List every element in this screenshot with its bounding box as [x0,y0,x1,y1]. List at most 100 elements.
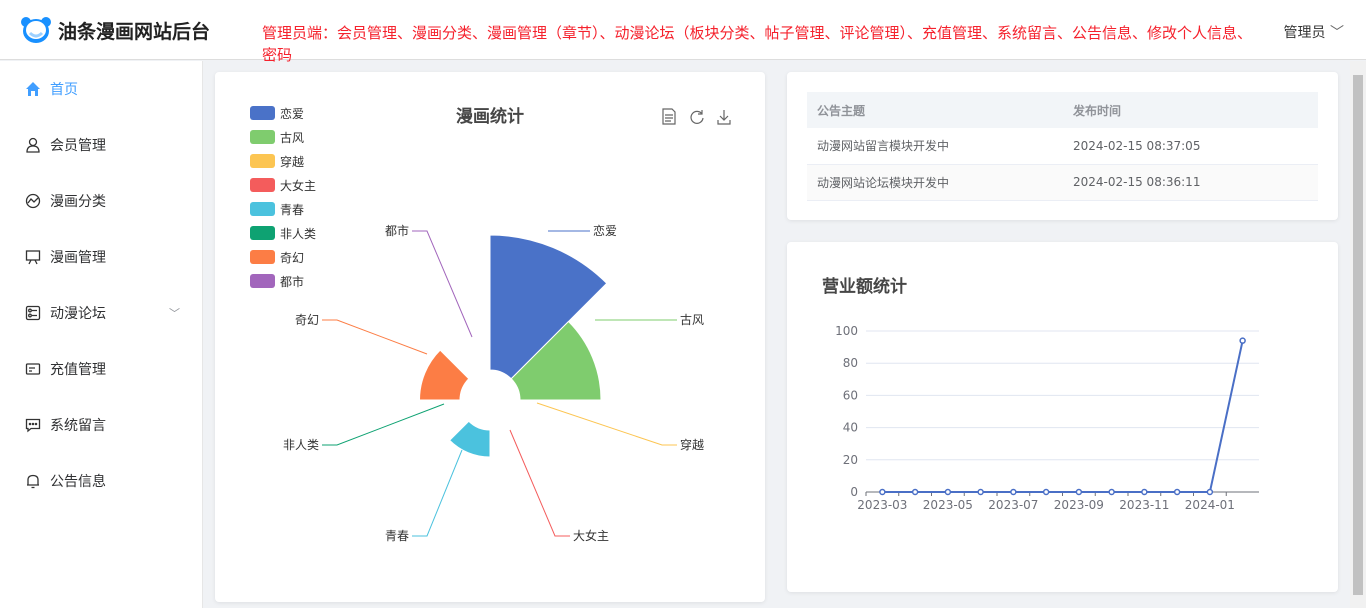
rose-sector-青春 [449,420,491,458]
legend-label[interactable]: 青春 [280,203,304,217]
legend-label[interactable]: 穿越 [280,154,304,169]
table-row[interactable]: 动漫网站论坛模块开发中 2024-02-15 08:36:11 [807,164,1318,201]
sidebar-item-label: 系统留言 [50,418,106,434]
slice-label: 非人类 [283,438,319,452]
comic-stats-card: 漫画统计 恋爱 古风 穿越 大女主 青春 非人类 奇幻 都市 恋爱 古风 穿越 大女主 青春 非人类 奇幻 都市 [215,72,765,602]
label-line [322,403,445,446]
user-name: 管理员 [1283,25,1326,41]
x-tick-label: 2023-03 [857,498,907,512]
rose-sector-奇幻 [419,349,470,401]
x-tick-label: 2023-11 [1119,498,1169,512]
slice-label: 穿越 [680,437,704,452]
legend-label[interactable]: 大女主 [280,178,316,193]
announcement-subject: 动漫网站论坛模块开发中 [807,164,1063,201]
bear-logo-icon [21,17,51,43]
card-icon [24,360,42,378]
column-header-subject: 公告主题 [807,92,1063,128]
scrollbar-thumb[interactable] [1353,75,1363,595]
data-point [1173,488,1181,496]
x-tick-label: 2023-07 [988,498,1038,512]
data-point [879,488,886,496]
slice-label: 奇幻 [295,313,319,327]
data-point [1206,488,1214,496]
legend-swatch [250,202,275,216]
data-view-icon[interactable] [662,108,676,125]
sidebar-item-3[interactable]: 漫画管理 [0,229,202,285]
y-tick-label: 0 [850,485,858,499]
forum-icon [24,304,42,322]
bell-icon [24,472,42,490]
app-title: 油条漫画网站后台 [58,20,211,43]
user-menu[interactable]: 管理员 ﹀ [1284,22,1344,42]
legend-swatch [250,178,275,192]
y-tick-label: 60 [843,388,858,402]
announcement-time: 2024-02-15 08:37:05 [1063,128,1318,165]
role-notice: 管理员端：会员管理、漫画分类、漫画管理（章节）、动漫论坛（板块分类、帖子管理、评… [262,24,1253,64]
y-tick-label: 100 [835,324,858,338]
chevron-down-icon: ﹀ [1330,25,1344,41]
legend-label[interactable]: 非人类 [280,227,316,241]
slice-label: 青春 [385,529,409,543]
announcement-time: 2024-02-15 08:36:11 [1063,164,1318,201]
data-point [977,488,984,496]
label-line [509,429,570,537]
data-point [944,488,952,496]
sidebar-item-label: 漫画分类 [50,194,106,210]
slice-label: 古风 [680,312,704,327]
legend-label[interactable]: 奇幻 [280,251,304,265]
sidebar-item-6[interactable]: 系统留言 [0,397,202,453]
refresh-icon[interactable] [690,110,704,124]
sidebar-item-label: 充值管理 [50,362,106,378]
x-tick-label: 2023-09 [1054,498,1104,512]
home-icon [24,80,42,98]
board-icon [24,248,42,266]
sidebar-item-7[interactable]: 公告信息 [0,453,202,509]
sidebar-item-label: 动漫论坛 [50,306,106,322]
announcement-subject: 动漫网站留言模块开发中 [807,128,1063,165]
chart-title: 漫画统计 [456,106,524,127]
logo[interactable]: 油条漫画网站后台 [20,16,210,44]
column-header-time: 发布时间 [1063,92,1318,128]
chart-title: 营业额统计 [822,276,907,297]
legend-swatch [250,226,275,240]
slice-label: 都市 [385,223,409,238]
x-tick-label: 2024-01 [1185,498,1235,512]
y-tick-label: 40 [843,421,858,435]
y-tick-label: 20 [843,453,858,467]
sidebar-item-label: 首页 [50,82,78,98]
user-icon [24,136,42,154]
legend-label[interactable]: 都市 [280,274,304,289]
legend-label[interactable]: 古风 [280,130,304,145]
chevron-down-icon: ﹀ [169,307,180,320]
data-view-icon-glyph [662,108,676,125]
slice-label: 恋爱 [593,223,617,238]
revenue-line-chart: 营业额统计 0 20 40 60 80 100 2023-03 2023-05 2023-07 20… [822,276,1259,512]
sidebar-item-0[interactable]: 首页 [0,61,202,117]
label-line [322,319,428,355]
download-icon[interactable] [717,110,731,125]
data-point [1108,488,1115,496]
sidebar-item-5[interactable]: 充值管理 [0,341,202,397]
chart-icon [24,192,42,210]
scrollbar[interactable] [1350,61,1366,608]
data-point [1239,337,1246,344]
table-row[interactable]: 动漫网站留言模块开发中 2024-02-15 08:37:05 [807,128,1318,165]
announcement-table: 公告主题 发布时间 动漫网站留言模块开发中 2024-02-15 08:37:05 … [807,92,1318,201]
legend-swatch [250,130,275,144]
sidebar-item-4[interactable]: 动漫论坛 ﹀ [0,285,202,341]
sidebar-item-label: 公告信息 [50,474,106,490]
download-icon-glyph [717,110,731,125]
slice-label: 大女主 [573,528,609,543]
sidebar-item-2[interactable]: 漫画分类 [0,173,202,229]
data-point [911,488,919,496]
sidebar-item-label: 漫画管理 [50,250,106,266]
label-line [412,449,463,537]
sidebar-item-1[interactable]: 会员管理 [0,117,202,173]
legend-swatch [250,250,275,264]
legend-swatch [250,274,275,288]
data-point [1141,488,1148,496]
label-line [412,230,473,338]
comic-rose-chart: 漫画统计恋爱古风穿越大女主青春非人类奇幻都市恋爱古风穿越大女主青春非人类奇幻都市 [250,106,731,543]
x-tick-label: 2023-05 [923,498,973,512]
legend-label[interactable]: 恋爱 [280,106,304,121]
